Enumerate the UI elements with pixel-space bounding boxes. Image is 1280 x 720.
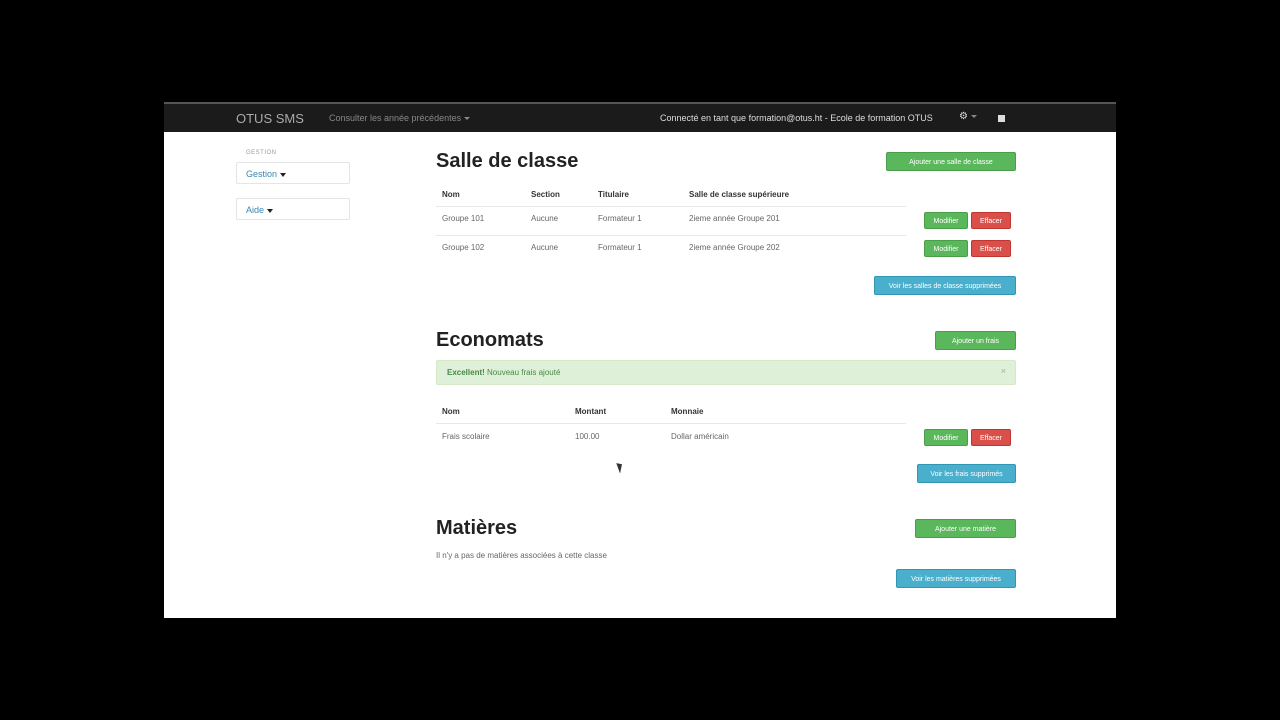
matieres-section-title: Matières <box>436 517 518 539</box>
table-divider <box>436 423 906 424</box>
mouse-cursor-icon <box>616 461 625 474</box>
table-divider <box>436 235 906 236</box>
table-cell: Aucune <box>531 243 559 252</box>
settings-dropdown[interactable]: ⚙ <box>959 111 977 122</box>
delete-button[interactable]: Effacer <box>971 212 1011 229</box>
delete-button[interactable]: Effacer <box>971 429 1011 446</box>
sidebar-item-label: Gestion <box>246 169 278 179</box>
column-header: Monnaie <box>671 407 704 416</box>
sidebar: GESTION Gestion Aide <box>236 150 350 220</box>
table-divider <box>436 206 906 207</box>
previous-years-label: Consulter les année précédentes <box>329 113 462 123</box>
sidebar-item-label: Aide <box>246 205 265 215</box>
table-cell: 2ieme année Groupe 202 <box>689 243 780 252</box>
brand-logo[interactable]: OTUS SMS <box>236 111 304 126</box>
gear-icon: ⚙ <box>959 111 968 122</box>
sidebar-item-aide[interactable]: Aide <box>236 198 350 220</box>
view-deleted-classrooms-button[interactable]: Voir les salles de classe supprimées <box>874 276 1016 295</box>
table-cell: Aucune <box>531 214 559 223</box>
chevron-down-icon <box>267 208 274 213</box>
table-cell: Formateur 1 <box>598 214 642 223</box>
apps-grid-icon[interactable] <box>998 115 1005 122</box>
column-header: Nom <box>442 190 460 199</box>
success-alert: Excellent! Nouveau frais ajouté × <box>436 360 1016 385</box>
table-cell: Frais scolaire <box>442 432 490 441</box>
close-icon[interactable]: × <box>1001 366 1006 376</box>
sidebar-header: GESTION <box>246 150 277 156</box>
alert-message: Nouveau frais ajouté <box>484 368 561 377</box>
column-header: Salle de classe supérieure <box>689 190 790 199</box>
economats-section-title: Economats <box>436 329 544 351</box>
chevron-down-icon <box>280 172 287 177</box>
table-cell: 2ieme année Groupe 201 <box>689 214 780 223</box>
sidebar-item-gestion[interactable]: Gestion <box>236 162 350 184</box>
column-header: Montant <box>575 407 607 416</box>
view-deleted-subjects-button[interactable]: Voir les matières supprimées <box>896 569 1016 588</box>
column-header: Section <box>531 190 560 199</box>
add-classroom-button[interactable]: Ajouter une salle de classe <box>886 152 1016 171</box>
caret-down-icon <box>464 117 471 121</box>
salle-section-title: Salle de classe <box>436 150 579 172</box>
add-subject-button[interactable]: Ajouter une matière <box>915 519 1016 538</box>
table-cell: 100.00 <box>575 432 600 441</box>
alert-strong: Excellent! <box>447 368 485 377</box>
view-deleted-fees-button[interactable]: Voir les frais supprimés <box>917 464 1016 483</box>
table-cell: Formateur 1 <box>598 243 642 252</box>
delete-button[interactable]: Effacer <box>971 240 1011 257</box>
add-fee-button[interactable]: Ajouter un frais <box>935 331 1016 350</box>
table-cell: Dollar américain <box>671 432 729 441</box>
top-navbar: OTUS SMS Consulter les année précédentes… <box>164 102 1116 132</box>
edit-button[interactable]: Modifier <box>924 212 968 229</box>
browser-viewport: OTUS SMS Consulter les année précédentes… <box>164 102 1116 618</box>
column-header: Titulaire <box>598 190 629 199</box>
connected-user-text: Connecté en tant que formation@otus.ht -… <box>660 113 933 123</box>
edit-button[interactable]: Modifier <box>924 429 968 446</box>
column-header: Nom <box>442 407 460 416</box>
caret-down-icon <box>970 114 977 118</box>
previous-years-dropdown[interactable]: Consulter les année précédentes <box>329 113 471 123</box>
edit-button[interactable]: Modifier <box>924 240 968 257</box>
empty-subjects-text: Il n'y a pas de matières associées à cet… <box>436 551 607 560</box>
table-cell: Groupe 101 <box>442 214 485 223</box>
table-cell: Groupe 102 <box>442 243 485 252</box>
